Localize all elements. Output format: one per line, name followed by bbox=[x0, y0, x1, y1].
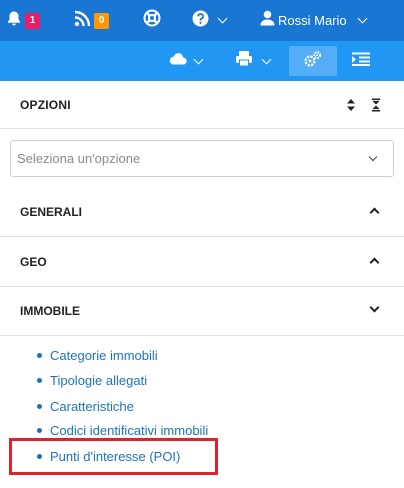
list-item: Codici identificativi immobili bbox=[37, 420, 208, 440]
chevron-down-icon bbox=[217, 13, 228, 24]
highlight-box bbox=[9, 438, 218, 475]
chevron-down-icon bbox=[261, 54, 272, 64]
bullet bbox=[37, 427, 42, 433]
list-item: Tipologie allegati bbox=[37, 370, 147, 390]
chevron-down-icon bbox=[193, 54, 204, 64]
chevron-down-icon bbox=[369, 302, 380, 313]
notifications-button[interactable]: 1 bbox=[6, 0, 40, 41]
section-generali[interactable]: GENERALI bbox=[0, 187, 404, 237]
sort-icon[interactable] bbox=[346, 98, 356, 117]
cloud-icon bbox=[168, 52, 187, 70]
chevron-down-icon bbox=[368, 152, 378, 162]
notifications-badge: 1 bbox=[25, 12, 40, 29]
print-menu-button[interactable] bbox=[235, 41, 272, 81]
feed-button[interactable]: 0 bbox=[74, 0, 109, 41]
select-placeholder: Seleziona un'opzione bbox=[17, 151, 141, 166]
settings-gears-icon bbox=[304, 50, 322, 72]
feed-badge: 0 bbox=[94, 12, 109, 29]
option-select[interactable]: Seleziona un'opzione bbox=[10, 140, 394, 177]
user-menu-button[interactable]: Rossi Mario bbox=[260, 0, 368, 41]
section-immobile[interactable]: IMMOBILE bbox=[0, 286, 404, 336]
panel-title: OPZIONI bbox=[20, 98, 71, 112]
lifebuoy-icon bbox=[143, 9, 161, 32]
printer-icon bbox=[235, 50, 253, 72]
user-name: Rossi Mario bbox=[278, 13, 347, 28]
toolbar bbox=[0, 41, 404, 81]
settings-button[interactable] bbox=[304, 41, 322, 81]
section-geo[interactable]: GEO bbox=[0, 237, 404, 287]
rss-icon bbox=[74, 10, 91, 32]
section-label: GENERALI bbox=[20, 205, 83, 219]
link-categorie-immobili[interactable]: Categorie immobili bbox=[50, 348, 158, 363]
user-icon bbox=[260, 10, 275, 31]
collapse-all-icon[interactable] bbox=[371, 98, 381, 117]
bullet bbox=[37, 352, 42, 358]
section-label: GEO bbox=[20, 255, 47, 269]
chevron-down-icon bbox=[357, 13, 368, 24]
help-menu-button[interactable] bbox=[192, 0, 228, 41]
chevron-up-icon bbox=[369, 257, 380, 268]
options-panel-header: OPZIONI bbox=[0, 81, 404, 129]
cloud-menu-button[interactable] bbox=[168, 41, 204, 81]
list-indent-icon bbox=[352, 52, 370, 71]
section-label: IMMOBILE bbox=[20, 304, 80, 318]
bullet bbox=[37, 377, 42, 383]
bell-icon bbox=[6, 10, 22, 32]
link-codici-identificativi-immobili[interactable]: Codici identificativi immobili bbox=[50, 423, 208, 438]
bullet bbox=[37, 403, 42, 409]
list-item: Categorie immobili bbox=[37, 345, 158, 365]
chevron-up-icon bbox=[369, 207, 380, 218]
top-navbar: 1 0 Rossi Mario bbox=[0, 0, 404, 41]
link-caratteristiche[interactable]: Caratteristiche bbox=[50, 399, 134, 414]
help-circle-icon bbox=[192, 10, 209, 32]
support-button[interactable] bbox=[143, 0, 161, 41]
link-tipologie-allegati[interactable]: Tipologie allegati bbox=[50, 373, 147, 388]
sidebar-toggle-button[interactable] bbox=[352, 41, 370, 81]
list-item: Caratteristiche bbox=[37, 396, 134, 416]
